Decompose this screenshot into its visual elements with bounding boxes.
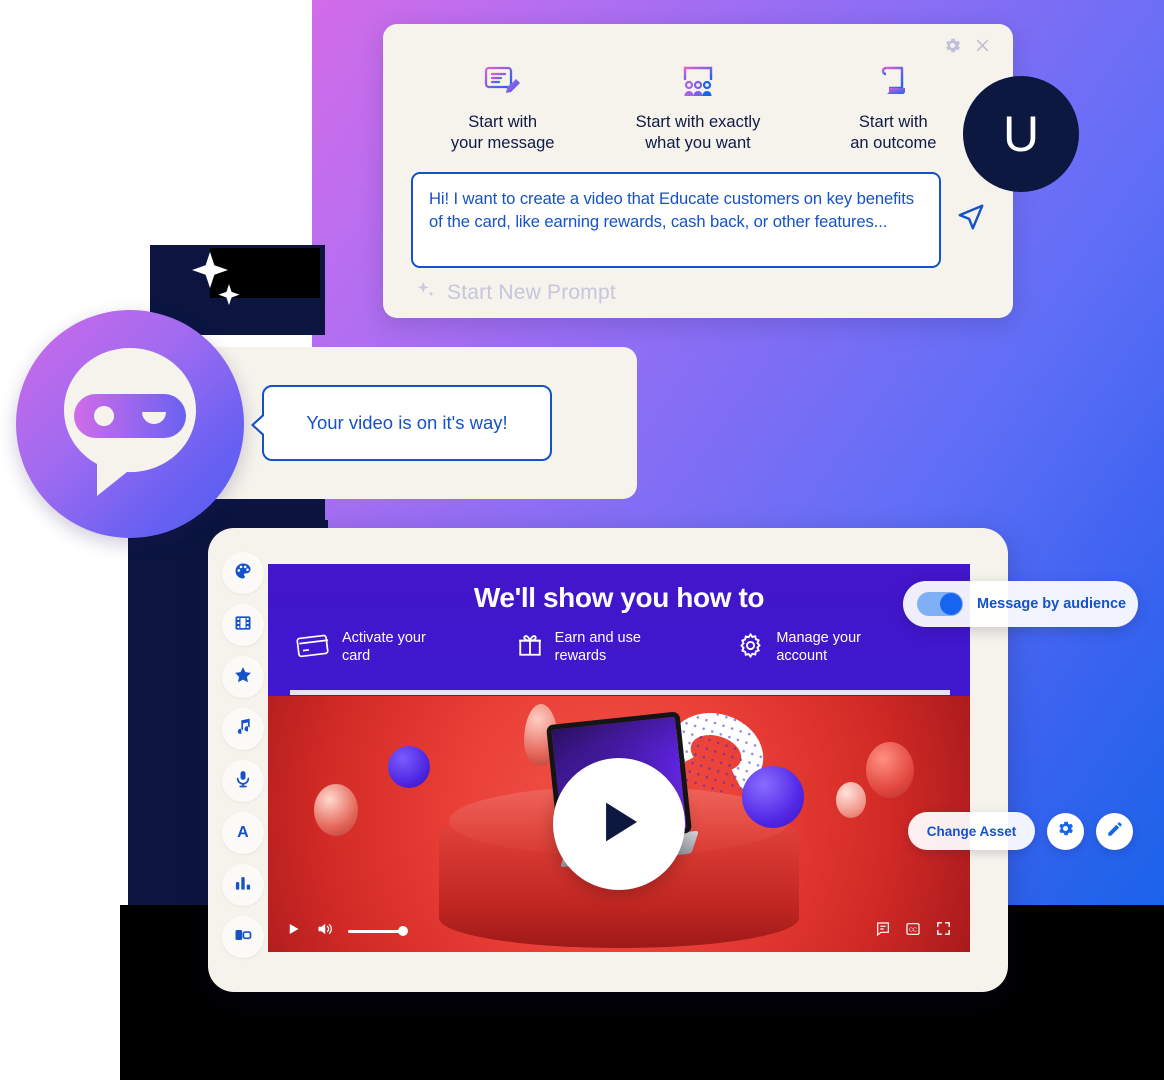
shadow-block (120, 905, 180, 1080)
pencil-icon (1106, 820, 1124, 843)
chat-bot-icon (16, 310, 244, 538)
music-icon (233, 717, 253, 742)
start-new-prompt-label: Start New Prompt (447, 281, 616, 305)
sidebar-item-text[interactable]: A (222, 812, 264, 854)
sidebar-item-theme[interactable] (222, 552, 264, 594)
starter-label: Start with an outcome (850, 113, 937, 152)
video-feature-item: Activate your card (296, 630, 501, 665)
chart-icon (233, 873, 253, 898)
video-controls-right: CC (875, 920, 952, 942)
microphone-icon (233, 769, 253, 794)
card-tools (943, 36, 991, 55)
video-preview[interactable]: We'll show you how to Activate your card… (268, 564, 970, 952)
edit-asset-button[interactable] (1096, 812, 1133, 850)
closed-captions-icon[interactable]: CC (905, 921, 921, 942)
close-icon[interactable] (974, 37, 991, 54)
sidebar-item-music[interactable] (222, 708, 264, 750)
text-icon: A (233, 821, 253, 846)
sidebar-item-layout[interactable] (222, 916, 264, 958)
audience-toggle-label: Message by audience (977, 596, 1127, 612)
gift-icon (517, 632, 543, 663)
asset-controls: Change Asset (908, 812, 1133, 850)
avatar[interactable]: U (963, 76, 1079, 192)
video-feature-list: Activate your card Earn and use rewards … (268, 614, 970, 665)
speech-tail (251, 413, 264, 437)
toggle-knob (940, 593, 962, 615)
asset-settings-button[interactable] (1047, 812, 1084, 850)
video-header: We'll show you how to Activate your card… (268, 564, 970, 696)
sidebar-item-scenes[interactable] (222, 604, 264, 646)
svg-text:CC: CC (909, 927, 917, 933)
video-feature-item: Earn and use rewards (517, 630, 722, 665)
video-feature-item: Manage your account (737, 630, 942, 665)
sidebar-item-voice[interactable] (222, 760, 264, 802)
layout-icon (233, 925, 253, 950)
editor-tool-rail: A (222, 552, 266, 958)
video-controls-left (286, 920, 408, 943)
video-title: We'll show you how to (473, 582, 765, 613)
starter-option-message[interactable]: Start with your message (409, 60, 596, 154)
scene-shape (388, 746, 430, 788)
scroll-icon (800, 60, 987, 102)
starter-option-exact[interactable]: Start with exactly what you want (604, 60, 791, 154)
star-icon (233, 665, 253, 690)
prompt-card: Start with your message Start with exact… (383, 24, 1013, 318)
sidebar-item-data[interactable] (222, 864, 264, 906)
scene-shape (866, 742, 914, 798)
play-icon[interactable] (286, 921, 301, 942)
starter-label: Start with your message (450, 113, 555, 152)
sidebar-item-effects[interactable] (222, 656, 264, 698)
prompt-input-value: Hi! I want to create a video that Educat… (429, 188, 914, 232)
volume-slider-knob[interactable] (398, 926, 408, 936)
scene-shape (314, 784, 358, 836)
gear-icon (737, 632, 764, 664)
fullscreen-icon[interactable] (935, 920, 952, 942)
play-icon (588, 791, 650, 858)
message-by-audience-toggle[interactable] (917, 592, 963, 616)
video-feature-label: Earn and use rewards (554, 630, 641, 664)
starter-label: Start with exactly what you want (635, 113, 761, 152)
svg-text:A: A (237, 823, 249, 840)
volume-slider[interactable] (348, 926, 408, 936)
start-new-prompt-button[interactable]: Start New Prompt (383, 268, 1013, 307)
avatar-initial: U (1002, 106, 1040, 162)
change-asset-button[interactable]: Change Asset (908, 812, 1035, 850)
starter-option-outcome[interactable]: Start with an outcome (800, 60, 987, 154)
video-editor-window: A We'll show you how to Activate your ca… (208, 528, 1008, 992)
message-edit-icon (409, 60, 596, 102)
transcript-icon[interactable] (875, 921, 891, 942)
volume-icon[interactable] (315, 920, 334, 943)
video-feature-label: Activate your card (342, 630, 426, 664)
audience-icon (604, 60, 791, 102)
assistant-speech-bubble: Your video is on it's way! (251, 385, 552, 461)
video-feature-label: Manage your account (776, 630, 861, 664)
send-icon (956, 202, 986, 237)
send-button[interactable] (951, 202, 991, 237)
settings-icon[interactable] (943, 36, 962, 55)
scene-shape (836, 782, 866, 818)
video-header-divider (290, 690, 950, 695)
credit-card-icon (296, 632, 330, 663)
prompt-input-row: Hi! I want to create a video that Educat… (383, 154, 1013, 268)
audience-toggle-pill[interactable]: Message by audience (903, 581, 1138, 627)
video-controls: CC (268, 910, 970, 952)
film-icon (233, 613, 253, 638)
gear-icon (1056, 819, 1075, 843)
prompt-input[interactable]: Hi! I want to create a video that Educat… (411, 171, 941, 268)
scene-shape (742, 766, 804, 828)
video-thumbnail-scene: CC (268, 696, 970, 952)
assistant-message-text: Your video is on it's way! (306, 412, 508, 433)
sparkle-icon (415, 280, 437, 307)
play-button[interactable] (553, 758, 685, 890)
screenshot-root: Start with your message Start with exact… (0, 0, 1164, 1080)
prompt-starters: Start with your message Start with exact… (383, 24, 1013, 154)
palette-icon (233, 561, 253, 586)
